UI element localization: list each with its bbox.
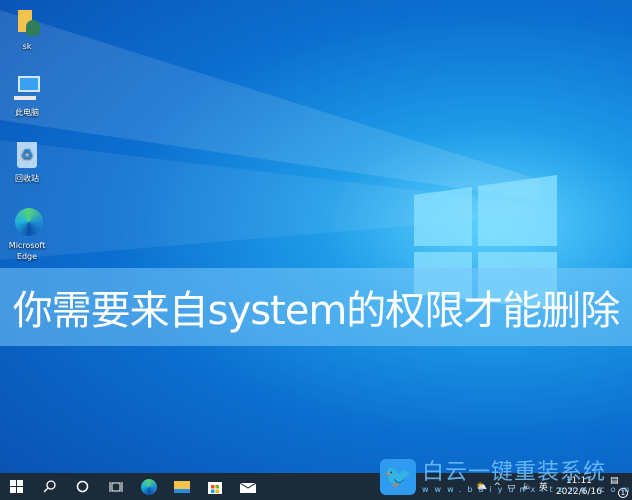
notification-center-icon[interactable]: ▤ 1 bbox=[610, 476, 628, 498]
chevron-up-icon[interactable]: ^ bbox=[494, 482, 502, 492]
mail-icon[interactable] bbox=[231, 473, 264, 500]
recycle-bin-icon: ♻ bbox=[12, 140, 42, 170]
user-folder-icon bbox=[12, 8, 42, 38]
network-icon[interactable]: ▭ bbox=[507, 482, 516, 492]
store-icon[interactable] bbox=[198, 473, 231, 500]
caption-banner: 你需要来自system的权限才能删除 bbox=[0, 268, 632, 346]
cortana-icon[interactable] bbox=[66, 473, 99, 500]
wallpaper bbox=[0, 0, 632, 473]
desktop-icon-edge[interactable]: Microsoft Edge bbox=[4, 207, 50, 262]
system-tray: ⛅ ^ ▭ 🔈 英 11:11 2022/6/16 ▤ 1 bbox=[476, 473, 632, 500]
computer-icon bbox=[12, 74, 42, 104]
desktop-icon-recycle-bin[interactable]: ♻ 回收站 bbox=[4, 140, 50, 184]
ime-indicator[interactable]: 英 bbox=[539, 480, 548, 493]
volume-icon[interactable]: 🔈 bbox=[522, 482, 533, 492]
desktop-icon-this-pc[interactable]: 此电脑 bbox=[4, 74, 50, 118]
start-icon[interactable] bbox=[0, 473, 33, 500]
taskbar: ⛅ ^ ▭ 🔈 英 11:11 2022/6/16 ▤ 1 bbox=[0, 473, 632, 500]
search-icon[interactable] bbox=[33, 473, 66, 500]
notification-badge: 1 bbox=[618, 487, 628, 498]
desktop-icon-sk[interactable]: sk bbox=[4, 8, 50, 52]
edge-icon[interactable] bbox=[132, 473, 165, 500]
task-view-icon[interactable] bbox=[99, 473, 132, 500]
weather-icon[interactable]: ⛅ bbox=[476, 482, 487, 492]
file-explorer-icon[interactable] bbox=[165, 473, 198, 500]
clock[interactable]: 11:11 2022/6/16 bbox=[556, 476, 602, 498]
edge-icon bbox=[12, 207, 43, 237]
